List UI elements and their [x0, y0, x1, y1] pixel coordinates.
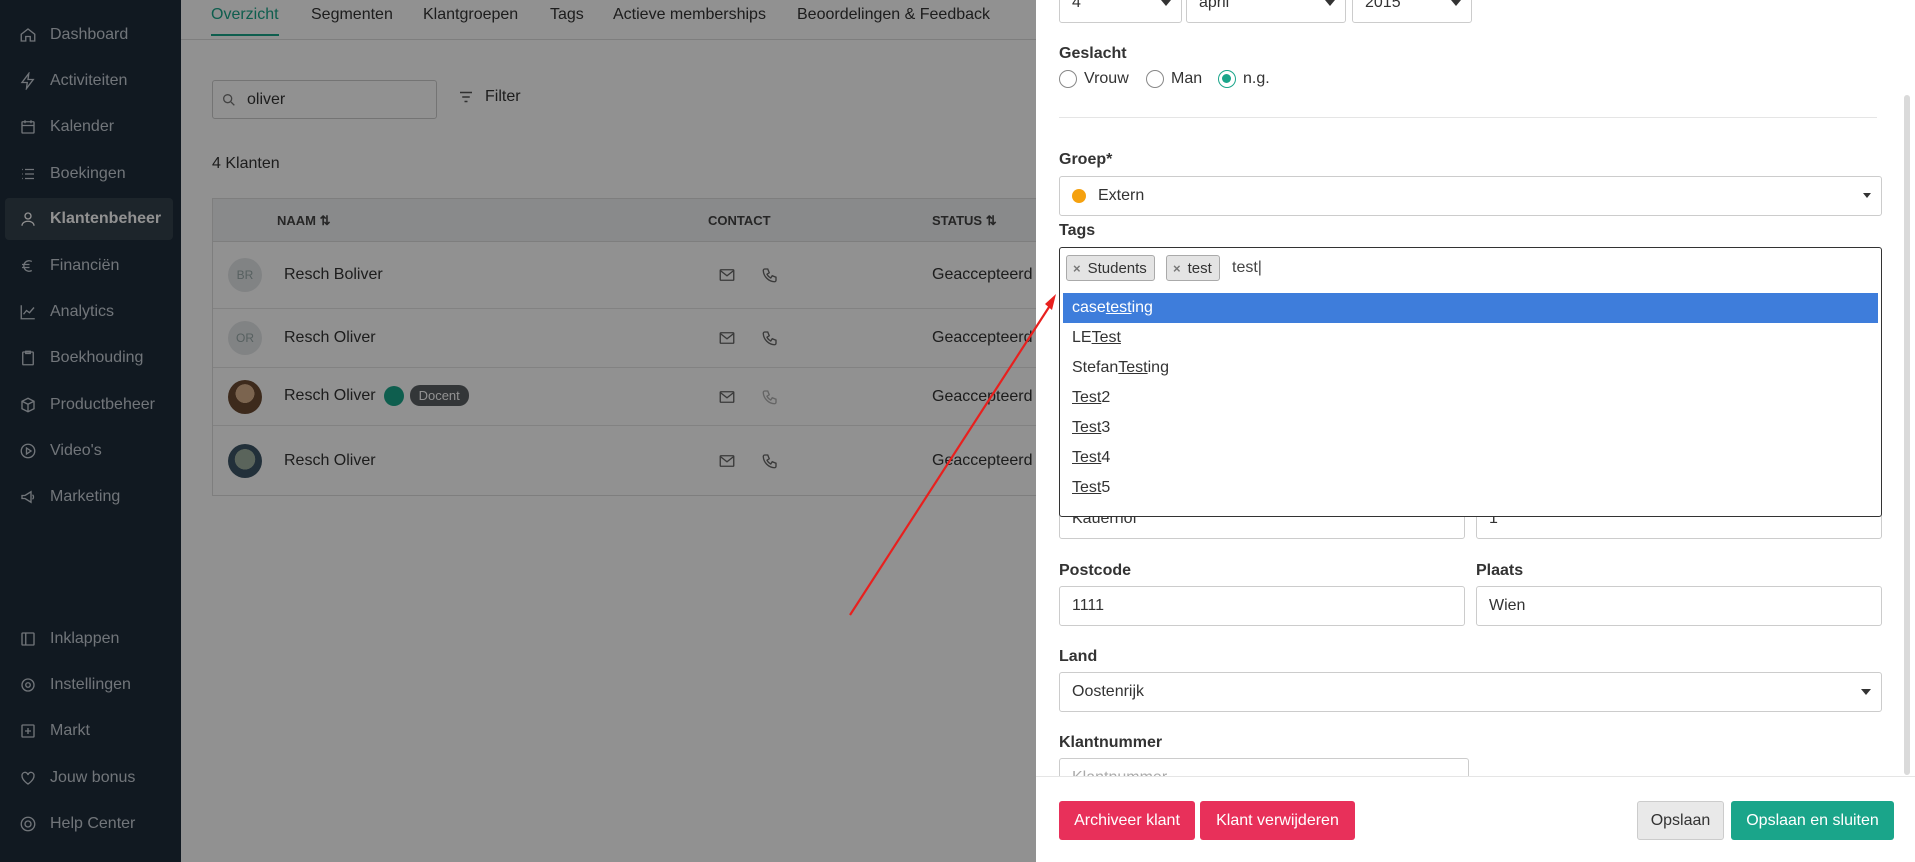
birth-month-select[interactable]: april: [1186, 0, 1346, 23]
tag-option[interactable]: LE Test: [1063, 323, 1878, 353]
panel-footer: Archiveer klant Klant verwijderen Opslaa…: [1036, 776, 1915, 862]
gender-label: Geslacht: [1059, 45, 1127, 62]
gender-radio-man[interactable]: Man: [1146, 70, 1202, 88]
scrollbar[interactable]: [1904, 95, 1910, 775]
customer-edit-panel: 4 april 2015 Geslacht Vrouw Man n.g. Gro…: [1036, 0, 1915, 862]
tag-chip[interactable]: × test: [1166, 255, 1220, 281]
tag-option[interactable]: Test 5: [1063, 473, 1878, 503]
divider: [1059, 117, 1877, 118]
country-label: Land: [1059, 648, 1098, 665]
country-select[interactable]: Oostenrijk: [1059, 672, 1882, 712]
chevron-down-icon: [1861, 689, 1871, 695]
chevron-down-icon: [1863, 193, 1871, 198]
birth-year-select[interactable]: 2015: [1352, 0, 1472, 23]
postcode-input[interactable]: 1111: [1059, 586, 1465, 626]
tag-option[interactable]: Test 3: [1063, 413, 1878, 443]
tag-option[interactable]: Test 4: [1063, 443, 1878, 473]
tag-option[interactable]: case test ing: [1063, 293, 1878, 323]
gender-radio-ng[interactable]: n.g.: [1218, 70, 1270, 88]
modal-backdrop[interactable]: [0, 0, 1036, 862]
tag-option[interactable]: Stefan Test ing: [1063, 353, 1878, 383]
tags-typed-text[interactable]: test|: [1232, 259, 1262, 277]
delete-button[interactable]: Klant verwijderen: [1200, 801, 1355, 840]
customer-number-label: Klantnummer: [1059, 734, 1163, 751]
city-label: Plaats: [1476, 562, 1524, 579]
birth-day-select[interactable]: 4: [1059, 0, 1182, 23]
remove-tag-icon[interactable]: ×: [1073, 261, 1081, 276]
tags-label: Tags: [1059, 222, 1096, 239]
chevron-down-icon: [1161, 0, 1171, 6]
group-select[interactable]: Extern: [1059, 176, 1882, 216]
save-close-button[interactable]: Opslaan en sluiten: [1731, 801, 1894, 840]
archive-button[interactable]: Archiveer klant: [1059, 801, 1195, 840]
gender-radio-vrouw[interactable]: Vrouw: [1059, 70, 1129, 88]
group-label: Groep*: [1059, 151, 1113, 168]
tags-input[interactable]: × Students × test test| case test ing LE Te…: [1059, 247, 1882, 517]
tag-chip[interactable]: × Students: [1066, 255, 1155, 281]
save-button[interactable]: Opslaan: [1637, 801, 1724, 840]
city-input[interactable]: Wien: [1476, 586, 1882, 626]
remove-tag-icon[interactable]: ×: [1173, 261, 1181, 276]
group-color-dot: [1072, 189, 1086, 203]
chevron-down-icon: [1325, 0, 1335, 6]
chevron-down-icon: [1451, 0, 1461, 6]
postcode-label: Postcode: [1059, 562, 1132, 579]
tag-option[interactable]: Test 2: [1063, 383, 1878, 413]
